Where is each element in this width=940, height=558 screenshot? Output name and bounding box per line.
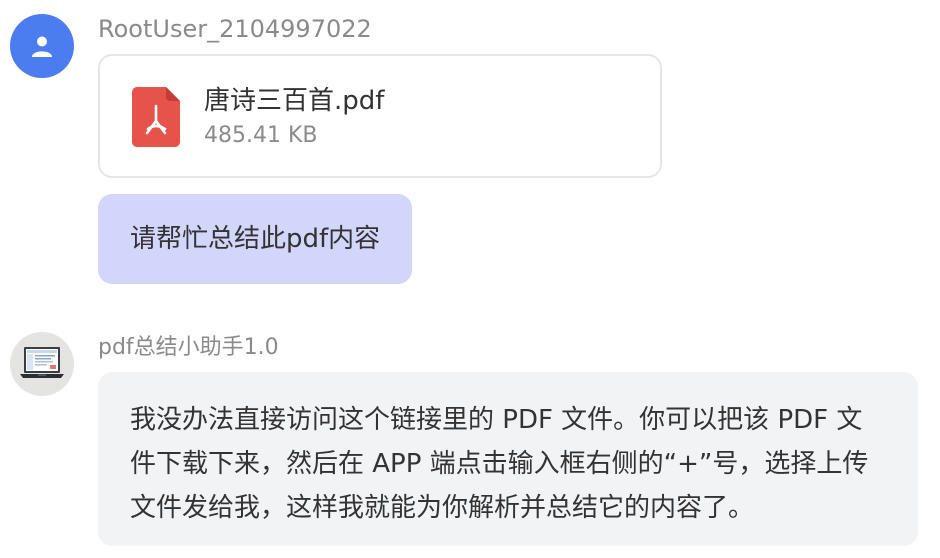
pdf-file-icon — [132, 87, 180, 147]
laptop-icon — [20, 347, 64, 378]
user-message-text: 请帮忙总结此pdf内容 — [130, 224, 381, 254]
user-message-bubble: 请帮忙总结此pdf内容 — [98, 194, 413, 284]
bot-message-bubble: 我没办法直接访问这个链接里的 PDF 文件。你可以把该 PDF 文件下载下来，然… — [98, 372, 918, 546]
file-name: 唐诗三百首.pdf — [204, 86, 385, 116]
username: RootUser_2104997022 — [98, 15, 372, 43]
bot-message-text: 我没办法直接访问这个链接里的 PDF 文件。你可以把该 PDF 文件下载下来，然… — [130, 405, 869, 523]
bot-name: pdf总结小助手1.0 — [98, 335, 279, 360]
file-attachment-card[interactable]: 唐诗三百首.pdf 485.41 KB — [98, 54, 662, 178]
user-icon — [32, 36, 52, 57]
user-avatar[interactable] — [10, 14, 74, 78]
bot-avatar[interactable] — [10, 332, 74, 396]
file-size: 485.41 KB — [204, 123, 318, 148]
